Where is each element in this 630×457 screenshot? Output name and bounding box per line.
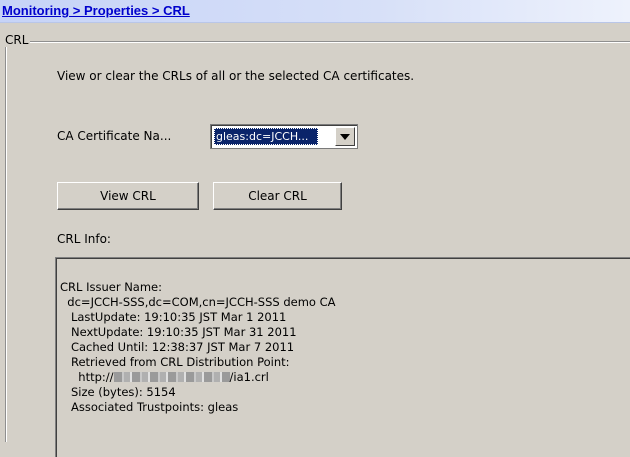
breadcrumb[interactable]: Monitoring > Properties > CRL — [2, 3, 190, 18]
ca-certificate-label: CA Certificate Na... — [57, 129, 172, 143]
distribution-point-label: Retrieved from CRL Distribution Point: — [60, 355, 290, 369]
associated-trustpoints: Associated Trustpoints: gleas — [60, 400, 239, 414]
crl-group-legend: CRL — [3, 33, 31, 47]
breadcrumb-bar: Monitoring > Properties > CRL — [0, 0, 630, 23]
crl-info-content: CRL Issuer Name: dc=JCCH-SSS,dc=COM,cn=J… — [60, 280, 336, 415]
crl-size: Size (bytes): 5154 — [60, 385, 176, 399]
url-suffix: /ia1.crl — [229, 370, 269, 384]
distribution-point-url: http:// /ia1.crl — [60, 370, 336, 385]
clear-crl-button[interactable]: Clear CRL — [213, 182, 342, 210]
cached-until: Cached Until: 12:38:37 JST Mar 7 2011 — [60, 340, 295, 354]
url-prefix: http:// — [60, 370, 114, 384]
redacted-host — [113, 372, 230, 382]
ca-certificate-select[interactable]: gleas:dc=JCCH... — [210, 124, 358, 149]
last-update: LastUpdate: 19:10:35 JST Mar 1 2011 — [60, 310, 287, 324]
view-crl-button[interactable]: View CRL — [57, 182, 199, 210]
chevron-down-icon[interactable] — [335, 127, 355, 146]
crl-info-label: CRL Info: — [57, 232, 111, 246]
crl-issuer-value: dc=JCCH-SSS,dc=COM,cn=JCCH-SSS demo CA — [60, 295, 336, 309]
description-text: View or clear the CRLs of all or the sel… — [57, 69, 415, 83]
next-update: NextUpdate: 19:10:35 JST Mar 31 2011 — [60, 325, 297, 339]
ca-certificate-selected-value[interactable]: gleas:dc=JCCH... — [214, 128, 318, 145]
crl-issuer-label: CRL Issuer Name: — [60, 280, 163, 294]
